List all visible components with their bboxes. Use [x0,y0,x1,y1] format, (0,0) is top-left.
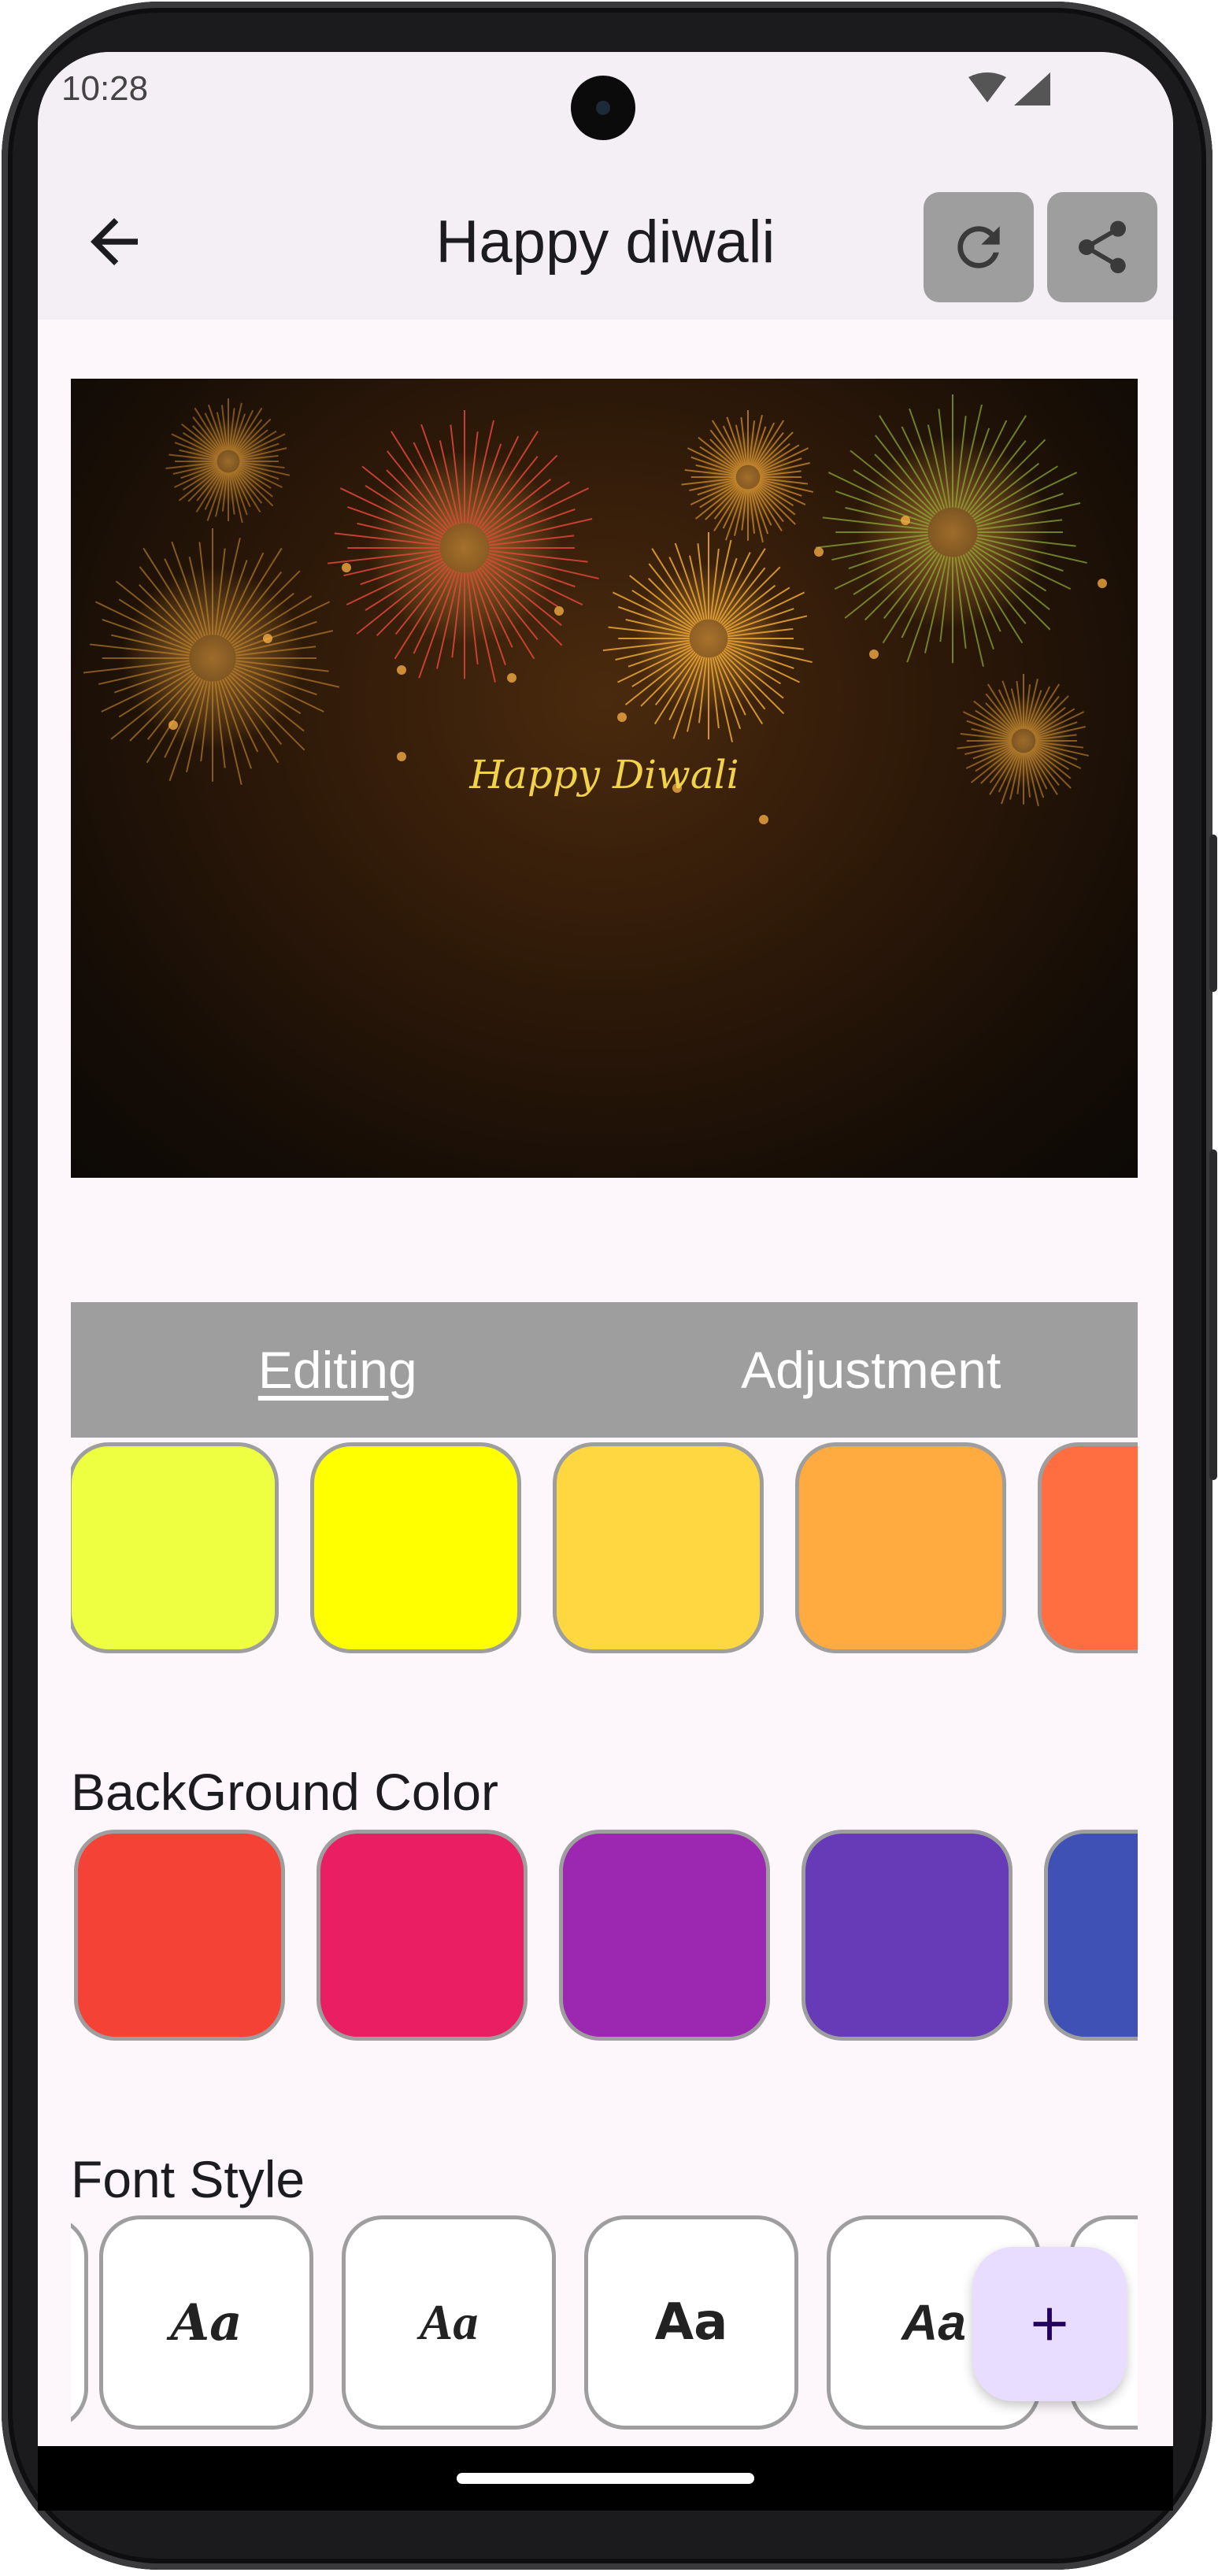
system-nav-bar [38,2446,1173,2511]
screen: 10:28 Happy diwali Happy Diwali Editing … [38,52,1173,2511]
signal-icons [968,72,1050,105]
background-color-swatch[interactable] [559,1830,770,2041]
background-color-swatch[interactable] [802,1830,1013,2041]
greeting-text[interactable]: Happy Diwali [71,752,1138,798]
font-style-card[interactable]: Aa [99,2215,313,2430]
tab-editing-label: Editing [257,1341,417,1399]
tab-adjustment-label: Adjustment [741,1341,1001,1399]
background-color-swatch[interactable] [74,1830,285,2041]
background-color-row [71,1823,1138,2052]
share-icon [1078,220,1127,274]
volume-button [1209,835,1217,992]
text-color-swatch[interactable] [1038,1442,1138,1653]
font-sample: Aa [654,2293,728,2352]
text-color-swatch[interactable] [310,1442,521,1653]
background-color-swatch[interactable] [317,1830,528,2041]
font-style-label: Font Style [71,2150,305,2208]
plus-icon [1033,2308,1066,2341]
home-handle[interactable] [457,2473,754,2484]
background-color-label: BackGround Color [71,1763,498,1821]
status-time: 10:28 [61,69,149,108]
text-color-swatch[interactable] [795,1442,1006,1653]
cellular-icon [1014,72,1050,105]
font-sample: Aa [901,2294,966,2351]
status-bar: 10:28 [38,52,1173,146]
font-style-card[interactable]: Aa [342,2215,556,2430]
font-sample: Aa [419,2294,479,2350]
editor-tabs: Editing Adjustment [71,1302,1138,1438]
background-color-swatch[interactable] [1044,1830,1138,2041]
refresh-icon [957,226,1000,268]
text-color-swatch[interactable] [71,1442,279,1653]
text-color-row [71,1439,1138,1667]
font-style-card[interactable] [71,2215,88,2430]
refresh-button[interactable] [924,192,1034,302]
app-bar: Happy diwali [38,146,1173,320]
text-color-swatch[interactable] [553,1442,764,1653]
power-button [1209,1149,1217,1480]
add-button[interactable] [972,2247,1127,2401]
phone-frame: 10:28 Happy diwali Happy Diwali Editing … [0,0,1218,2576]
tab-editing[interactable]: Editing [71,1302,605,1438]
share-button[interactable] [1047,192,1157,302]
wifi-icon [968,72,1006,102]
greeting-card-preview[interactable]: Happy Diwali [71,379,1138,1178]
tab-adjustment[interactable]: Adjustment [605,1302,1138,1438]
front-camera [571,76,635,140]
font-sample: Aa [170,2293,242,2352]
font-style-card[interactable]: Aa [584,2215,798,2430]
